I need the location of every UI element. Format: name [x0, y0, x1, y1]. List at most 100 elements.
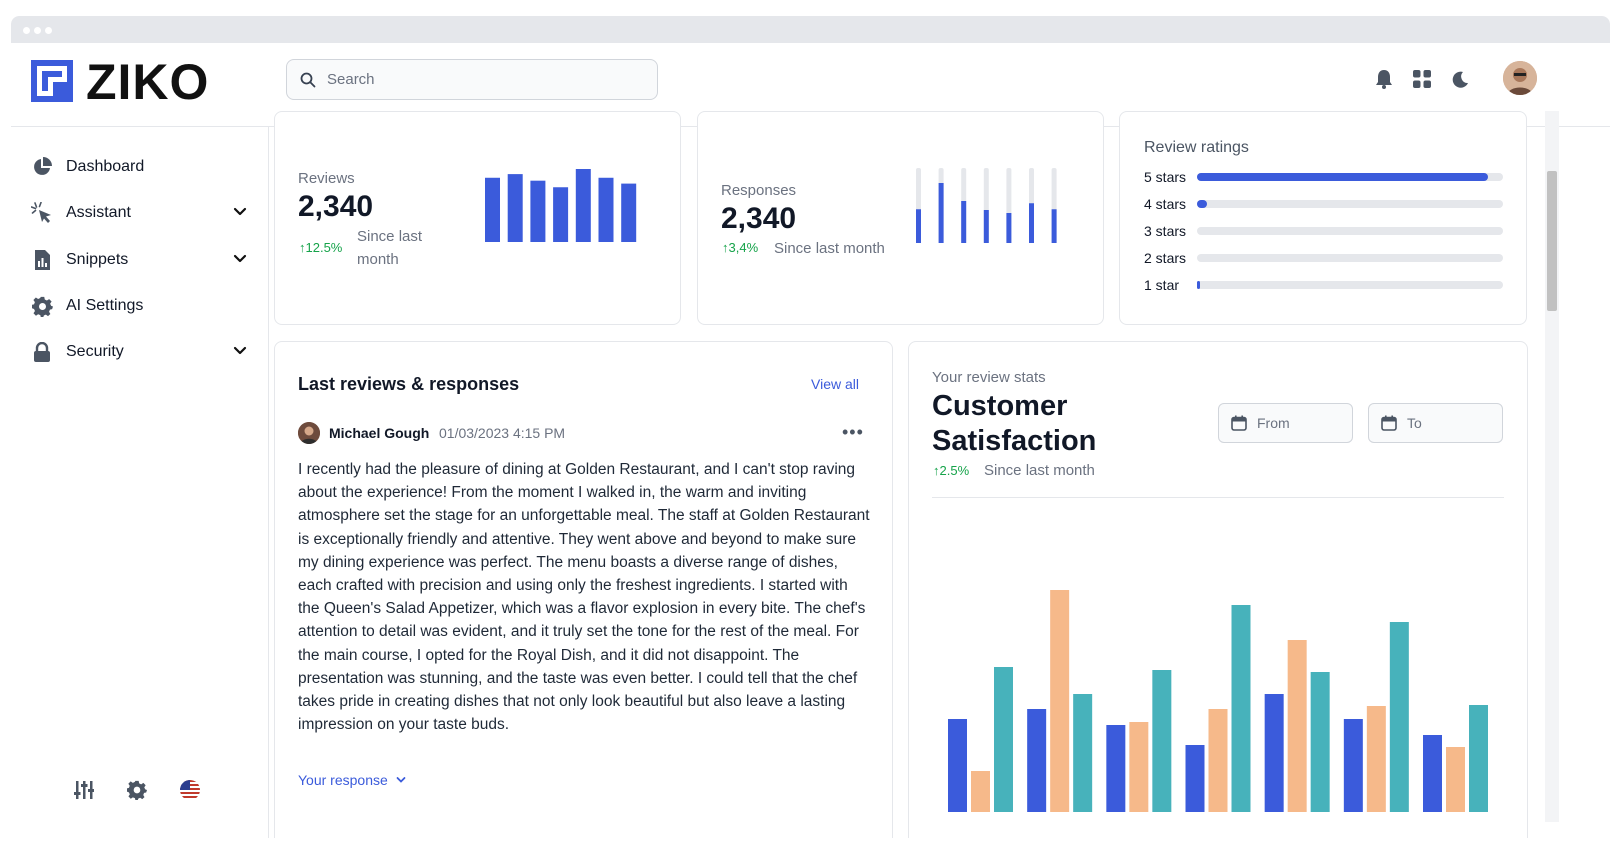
page-scrollbar[interactable] — [1545, 111, 1559, 822]
satisfaction-bar — [1073, 694, 1093, 812]
satisfaction-bar — [1231, 605, 1251, 812]
sidebar-item-security[interactable]: Security — [31, 335, 247, 369]
sidebar-item-assistant[interactable]: Assistant — [31, 196, 247, 230]
more-options-icon[interactable]: ••• — [842, 422, 864, 443]
reviews-stat-card: Reviews 2,340 ↑12.5% Since last month — [274, 111, 681, 325]
reviews-bar — [575, 169, 591, 242]
reviews-bar — [553, 187, 569, 242]
responses-trend: ↑3,4% — [722, 240, 758, 255]
reviews-bar — [598, 177, 614, 242]
window-dot — [45, 27, 52, 34]
bell-icon[interactable] — [1373, 68, 1395, 90]
satisfaction-since: Since last month — [984, 462, 1095, 479]
chevron-down-icon[interactable] — [233, 344, 247, 358]
view-all-link[interactable]: View all — [811, 376, 859, 392]
rating-label: 2 stars — [1144, 250, 1187, 266]
scrollbar-thumb[interactable] — [1547, 171, 1557, 311]
calendar-icon — [1381, 415, 1397, 431]
reviews-bar — [507, 174, 523, 242]
satisfaction-bar — [1423, 735, 1442, 812]
satisfaction-bar — [1389, 622, 1409, 812]
sidebar-item-ai-settings[interactable]: AI Settings — [31, 289, 247, 323]
ratings-title: Review ratings — [1144, 139, 1249, 156]
sidebar-item-snippets[interactable]: Snippets — [31, 243, 247, 277]
responses-bar — [961, 201, 967, 243]
pie-chart-icon — [31, 156, 53, 178]
reviews-bar — [621, 183, 637, 242]
rating-row: 5 stars — [1144, 167, 1504, 187]
reviews-trend-value: 12.5% — [305, 240, 343, 255]
reviews-trend: ↑12.5% — [299, 240, 342, 255]
calendar-icon — [1231, 415, 1247, 431]
to-date-button[interactable]: To — [1368, 403, 1503, 443]
last-reviews-card: Last reviews & responses View all Michae… — [274, 341, 893, 838]
window-dot — [23, 27, 30, 34]
satisfaction-trend: ↑2.5% — [933, 463, 969, 478]
review-date: 01/03/2023 4:15 PM — [439, 425, 566, 441]
satisfaction-title-line2: Satisfaction — [932, 425, 1097, 457]
satisfaction-bar — [1027, 709, 1047, 812]
from-date-button[interactable]: From — [1218, 403, 1353, 443]
sidebar-item-label: AI Settings — [66, 297, 144, 314]
rating-bar-track — [1197, 200, 1503, 208]
sidebar-item-label: Security — [66, 343, 124, 360]
sidebar-item-dashboard[interactable]: Dashboard — [31, 150, 247, 184]
moon-icon[interactable] — [1449, 68, 1471, 90]
responses-value: 2,340 — [721, 202, 797, 235]
rating-label: 1 star — [1144, 277, 1180, 293]
satisfaction-bar — [1185, 745, 1205, 812]
responses-trend-value: 3,4% — [728, 240, 759, 255]
browser-window: ZIKO Dashboard — [11, 16, 1610, 838]
lock-icon — [31, 341, 53, 363]
satisfaction-bar — [1343, 719, 1363, 812]
us-flag-icon[interactable] — [179, 779, 201, 801]
reviews-value: 2,340 — [298, 190, 374, 223]
satisfaction-title-line1: Customer — [932, 390, 1068, 422]
window-titlebar — [11, 16, 1610, 43]
search-box[interactable] — [286, 59, 658, 100]
review-text: I recently had the pleasure of dining at… — [298, 461, 870, 734]
chevron-down-icon[interactable] — [233, 252, 247, 266]
satisfaction-bar — [1469, 705, 1488, 812]
your-response-label: Your response — [298, 772, 388, 788]
reviews-bar — [485, 177, 500, 242]
logo-mark-icon — [31, 60, 73, 102]
responses-bar — [916, 209, 921, 243]
satisfaction-bar — [1050, 590, 1070, 812]
customer-satisfaction-chart — [948, 590, 1488, 812]
review-author[interactable]: Michael Gough — [329, 425, 429, 441]
responses-bar — [938, 183, 944, 243]
rating-bar-track — [1197, 227, 1503, 235]
reviews-since: Since last month — [357, 228, 423, 268]
sliders-icon[interactable] — [73, 779, 95, 801]
reviews-bar — [530, 180, 546, 242]
user-avatar[interactable] — [1503, 61, 1537, 95]
logo-text[interactable]: ZIKO — [86, 52, 209, 112]
apps-grid-icon[interactable] — [1411, 68, 1433, 90]
sidebar-item-label: Snippets — [66, 251, 129, 268]
satisfaction-bar — [1366, 706, 1386, 812]
rating-label: 4 stars — [1144, 196, 1187, 212]
reviews-mini-chart — [485, 169, 637, 242]
responses-bar — [983, 210, 989, 243]
gear-icon — [31, 295, 53, 317]
search-input[interactable] — [325, 60, 645, 99]
cursor-click-icon — [31, 202, 53, 224]
rating-bar-track — [1197, 173, 1503, 181]
sidebar-item-label: Assistant — [66, 204, 131, 221]
responses-bar — [1051, 209, 1057, 243]
satisfaction-bar — [1208, 709, 1228, 812]
satisfaction-bar — [1129, 722, 1149, 812]
document-chart-icon — [31, 249, 53, 271]
chevron-down-icon[interactable] — [233, 205, 247, 219]
satisfaction-bar — [994, 667, 1013, 812]
window-dot — [34, 27, 41, 34]
rating-bar-fill — [1197, 173, 1488, 181]
satisfaction-bar — [1264, 694, 1284, 812]
satisfaction-bar — [948, 719, 967, 812]
customer-satisfaction-card: Your review stats Customer Satisfaction … — [908, 341, 1528, 838]
gear-icon[interactable] — [126, 779, 148, 801]
your-response-toggle[interactable]: Your response — [298, 772, 406, 788]
responses-bar — [1029, 203, 1034, 243]
sidebar-item-label: Dashboard — [66, 158, 145, 175]
